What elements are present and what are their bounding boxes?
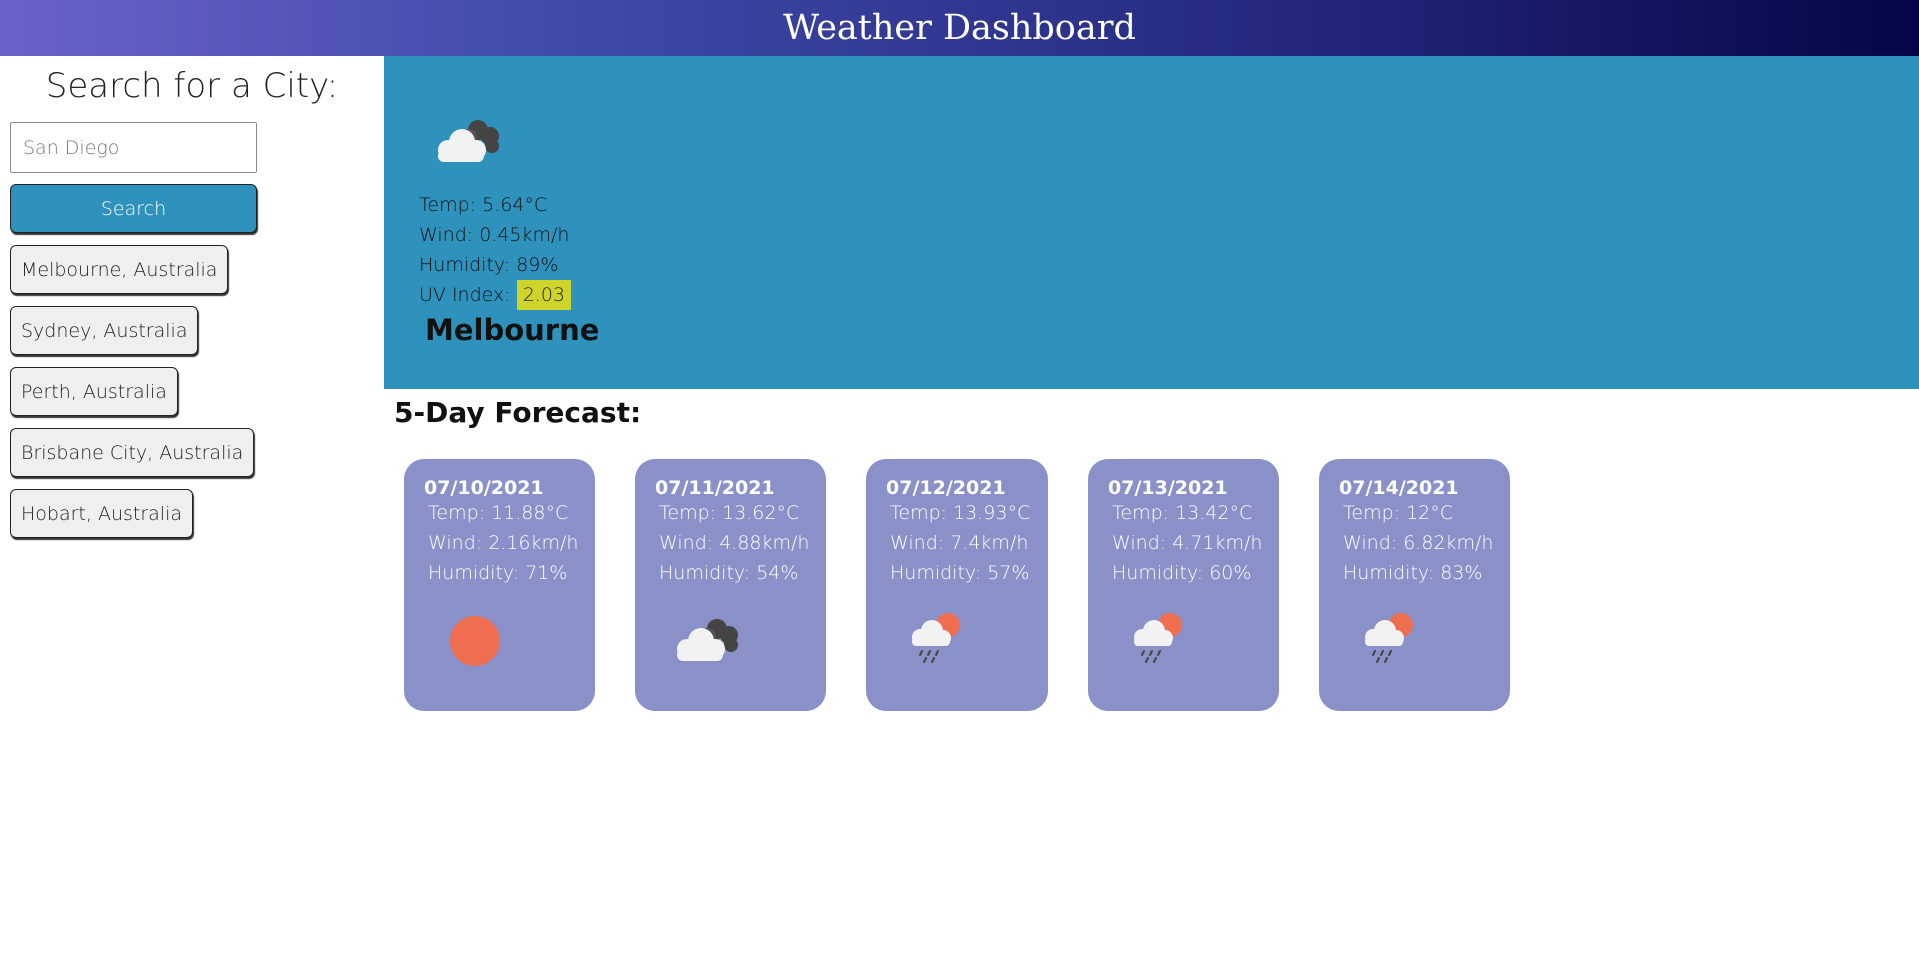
forecast-temp: Temp: 13.93°C — [890, 502, 1031, 524]
forecast-temp: Temp: 13.42°C — [1112, 502, 1253, 524]
forecast-date: 07/12/2021 — [886, 477, 1006, 499]
forecast-humidity: Humidity: 71% — [428, 562, 568, 584]
forecast-date: 07/14/2021 — [1339, 477, 1459, 499]
cloudy-icon — [438, 120, 499, 162]
current-city-name: Melbourne — [425, 313, 600, 347]
app-header: Weather Dashboard — [0, 0, 1919, 56]
forecast-card: 07/11/2021 Temp: 13.62°C Wind: 4.88km/h … — [635, 459, 826, 711]
history-button-hobart[interactable]: Hobart, Australia — [10, 489, 193, 538]
app-title: Weather Dashboard — [783, 8, 1136, 48]
forecast-humidity: Humidity: 54% — [659, 562, 799, 584]
sun-icon — [450, 616, 500, 666]
history-button-melbourne[interactable]: Melbourne, Australia — [10, 245, 229, 294]
rain-sun-icon — [1365, 613, 1413, 663]
forecast-humidity: Humidity: 83% — [1343, 562, 1483, 584]
forecast-temp: Temp: 11.88°C — [428, 502, 569, 524]
rain-sun-icon — [1134, 613, 1182, 663]
forecast-temp: Temp: 13.62°C — [659, 502, 800, 524]
current-stats: Temp: 5.64°C Wind: 0.45km/h Humidity: 89… — [419, 190, 572, 310]
uv-badge: 2.03 — [516, 280, 572, 310]
forecast-humidity: Humidity: 60% — [1112, 562, 1252, 584]
forecast-date: 07/13/2021 — [1108, 477, 1228, 499]
current-uv: UV Index: 2.03 — [419, 280, 572, 310]
history-button-sydney[interactable]: Sydney, Australia — [10, 306, 199, 355]
current-weather-panel: Temp: 5.64°C Wind: 0.45km/h Humidity: 89… — [384, 56, 1919, 389]
forecast-card: 07/12/2021 Temp: 13.93°C Wind: 7.4km/h H… — [866, 459, 1048, 711]
current-wind: Wind: 0.45km/h — [419, 224, 570, 246]
cloudy-icon — [677, 619, 738, 661]
history-button-brisbane[interactable]: Brisbane City, Australia — [10, 428, 255, 477]
city-search-input[interactable] — [10, 122, 257, 173]
rain-sun-icon — [912, 613, 960, 663]
current-humidity: Humidity: 89% — [419, 254, 559, 276]
forecast-temp: Temp: 12°C — [1343, 502, 1454, 524]
uv-label: UV Index: — [419, 284, 517, 306]
forecast-title: 5-Day Forecast: — [394, 396, 642, 429]
search-sidebar: Search for a City: Search Melbourne, Aus… — [0, 56, 384, 962]
search-button[interactable]: Search — [10, 184, 257, 233]
forecast-wind: Wind: 2.16km/h — [428, 532, 579, 554]
forecast-wind: Wind: 4.88km/h — [659, 532, 810, 554]
forecast-wind: Wind: 6.82km/h — [1343, 532, 1494, 554]
forecast-humidity: Humidity: 57% — [890, 562, 1030, 584]
history-button-perth[interactable]: Perth, Australia — [10, 367, 178, 416]
forecast-date: 07/10/2021 — [424, 477, 544, 499]
forecast-card: 07/10/2021 Temp: 11.88°C Wind: 2.16km/h … — [404, 459, 595, 711]
search-history: Melbourne, Australia Sydney, Australia P… — [10, 245, 255, 550]
forecast-card: 07/13/2021 Temp: 13.42°C Wind: 4.71km/h … — [1088, 459, 1279, 711]
forecast-date: 07/11/2021 — [655, 477, 775, 499]
search-heading: Search for a City: — [45, 66, 339, 106]
forecast-card: 07/14/2021 Temp: 12°C Wind: 6.82km/h Hum… — [1319, 459, 1510, 711]
forecast-wind: Wind: 4.71km/h — [1112, 532, 1263, 554]
forecast-wind: Wind: 7.4km/h — [890, 532, 1029, 554]
current-temp: Temp: 5.64°C — [419, 194, 548, 216]
